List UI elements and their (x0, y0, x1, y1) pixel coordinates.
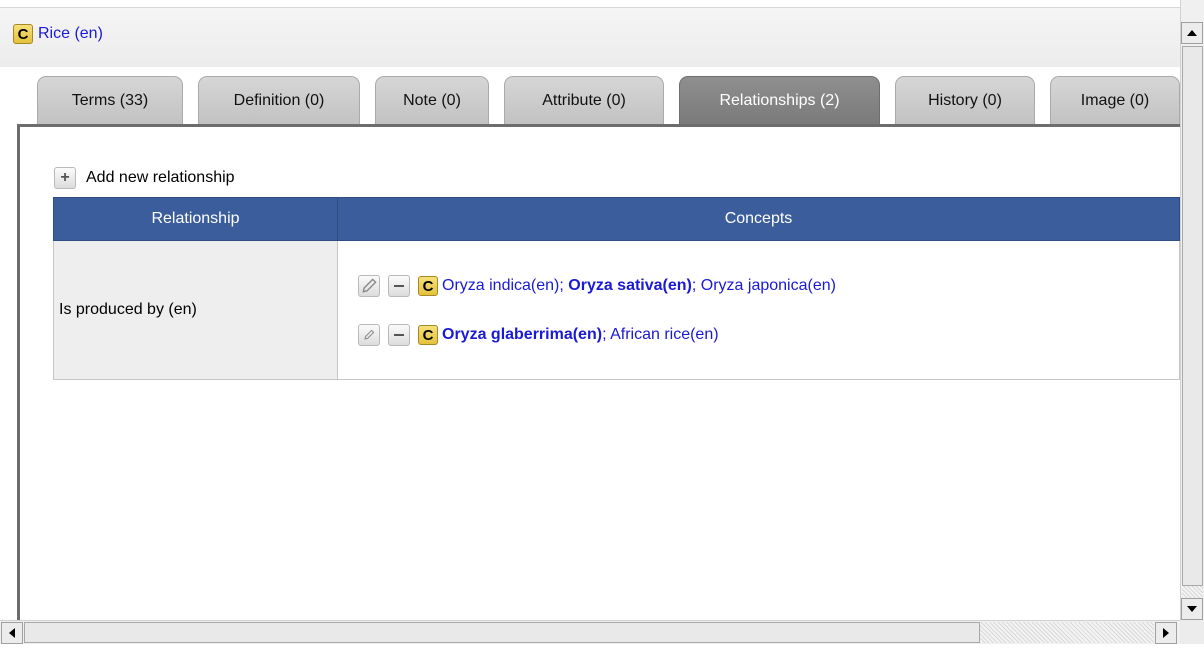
plus-icon[interactable]: + (54, 167, 76, 189)
vertical-scrollbar[interactable] (1180, 0, 1204, 620)
concept-badge-icon[interactable]: C (418, 275, 438, 296)
tab-label: Note (0) (403, 91, 461, 109)
horizontal-scroll-track[interactable] (980, 622, 1154, 643)
tab-relationships[interactable]: Relationships (2) (679, 76, 880, 124)
tab-label: History (0) (928, 91, 1002, 109)
vertical-scroll-track[interactable] (1182, 586, 1203, 598)
table-row: Is produced by (en) C Oryza indica(en); … (53, 240, 1180, 380)
concepts-cell: C Oryza indica(en); Oryza sativa(en); Or… (337, 240, 1180, 380)
tab-label: Relationships (2) (719, 91, 840, 109)
scrollbar-corner (1180, 620, 1204, 644)
concept-line: C Oryza glaberrima(en); African rice(en) (358, 318, 1178, 352)
tab-definition[interactable]: Definition (0) (198, 76, 360, 124)
pencil-icon[interactable] (358, 323, 380, 346)
concept-link[interactable]: African rice(en) (610, 326, 718, 343)
separator: ; (691, 276, 701, 294)
arrow-up-icon[interactable] (1181, 22, 1203, 44)
concept-link-preferred[interactable]: Oryza glaberrima(en) (442, 326, 602, 343)
concept-header: C Rice (en) (0, 7, 1180, 67)
concept-line: C Oryza indica(en); Oryza sativa(en); Or… (358, 269, 1178, 303)
tab-note[interactable]: Note (0) (375, 76, 489, 124)
tab-attribute[interactable]: Attribute (0) (504, 76, 664, 124)
tab-label: Attribute (0) (542, 91, 626, 109)
concept-badge-icon: C (13, 24, 33, 44)
vertical-scroll-thumb[interactable] (1182, 46, 1203, 586)
separator: ; (559, 276, 569, 294)
column-header-concepts: Concepts (337, 197, 1180, 241)
arrow-right-icon[interactable] (1155, 622, 1177, 644)
tab-terms[interactable]: Terms (33) (37, 76, 183, 124)
arrow-down-icon[interactable] (1181, 598, 1203, 620)
concept-link[interactable]: Oryza indica(en) (442, 277, 559, 294)
concept-links: Oryza glaberrima(en); African rice(en) (442, 326, 719, 344)
concept-title-link[interactable]: Rice (en) (38, 25, 103, 43)
tab-history[interactable]: History (0) (895, 76, 1035, 124)
pencil-icon[interactable] (358, 274, 380, 297)
content-viewport: C Rice (en) Terms (33) Definition (0) No… (0, 0, 1180, 620)
horizontal-scroll-thumb[interactable] (24, 622, 980, 643)
horizontal-scrollbar[interactable] (0, 620, 1180, 644)
relationships-table: Relationship Concepts Is produced by (en… (53, 197, 1180, 380)
tab-bar: Terms (33) Definition (0) Note (0) Attri… (37, 76, 1180, 124)
concept-link-preferred[interactable]: Oryza sativa(en) (568, 277, 692, 294)
tab-label: Terms (33) (71, 91, 149, 109)
minus-icon[interactable] (388, 323, 410, 346)
column-header-relationship: Relationship (53, 197, 338, 241)
relationship-name: Is produced by (en) (53, 240, 338, 380)
add-relationship-button[interactable]: + Add new relationship (54, 166, 235, 190)
concept-links: Oryza indica(en); Oryza sativa(en); Oryz… (442, 277, 836, 295)
tab-image[interactable]: Image (0) (1050, 76, 1180, 124)
separator: ; (602, 325, 611, 343)
table-header-row: Relationship Concepts (53, 197, 1180, 241)
minus-icon[interactable] (388, 274, 410, 297)
concept-badge-icon[interactable]: C (418, 324, 438, 345)
arrow-left-icon[interactable] (1, 622, 23, 644)
add-relationship-label: Add new relationship (86, 169, 235, 186)
tab-label: Definition (0) (233, 91, 325, 109)
tab-label: Image (0) (1080, 91, 1150, 109)
concept-link[interactable]: Oryza japonica(en) (701, 277, 836, 294)
